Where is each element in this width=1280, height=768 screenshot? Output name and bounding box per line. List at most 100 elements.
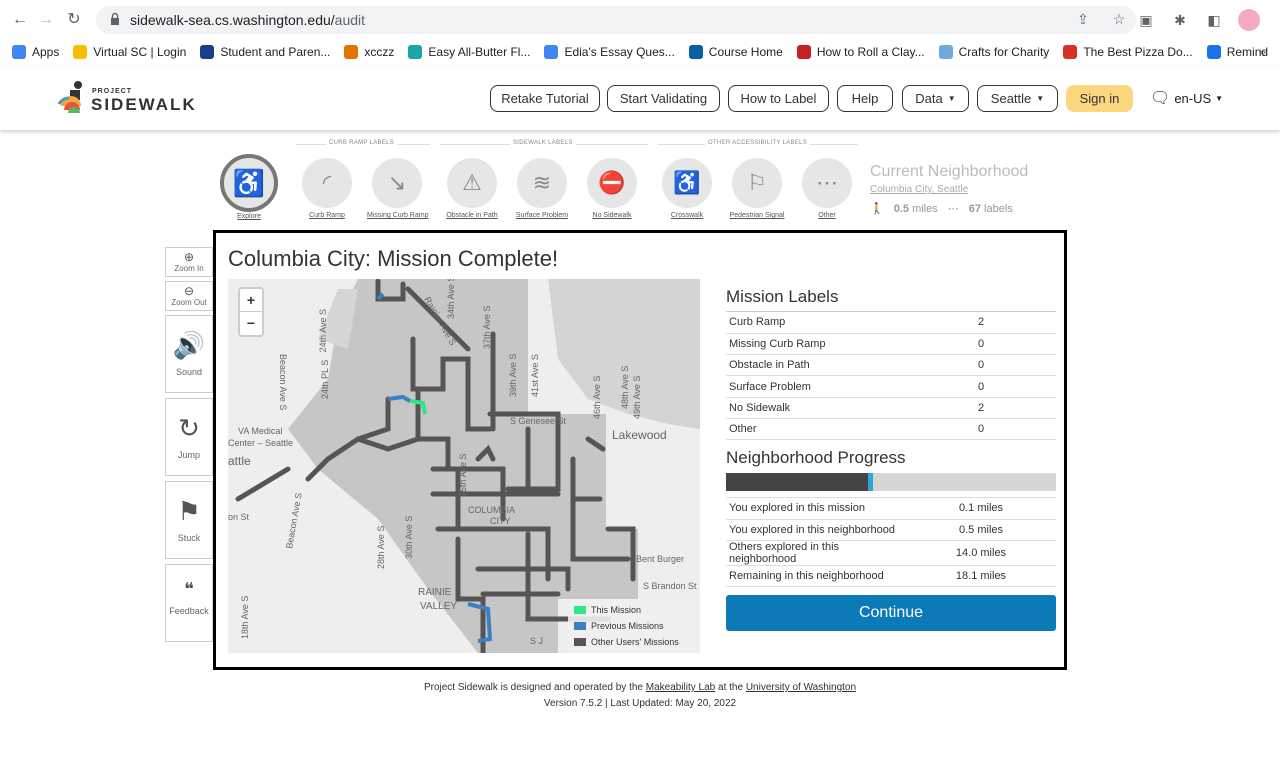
signpost-icon: ⚑ (177, 496, 201, 526)
missing-curb-ramp-icon: ↘ (372, 158, 422, 208)
map-label-brandon: S Brandon St (643, 581, 697, 591)
bookmark-favicon-icon (544, 45, 559, 59)
map-label-24th-ave: 24th Ave S (318, 309, 328, 352)
row-value: 0 (906, 354, 1056, 377)
city-dropdown-label: Seattle (990, 91, 1032, 106)
map-label-attle: attle (228, 454, 251, 468)
zoom-out-icon: ⊖ (183, 284, 195, 298)
footer: Project Sidewalk is designed and operate… (0, 680, 1280, 712)
label-tool-missing-curb-ramp[interactable]: ↘ Missing Curb Ramp (367, 158, 428, 219)
version-text: Version 7.5.2 | Last Updated: May 20, 20… (543, 698, 737, 709)
data-dropdown[interactable]: Data ▼ (902, 85, 969, 112)
bookmark-item[interactable]: Easy All-Butter Fl... (408, 45, 530, 59)
label-tool-name: Crosswalk (670, 212, 704, 219)
label-tool-pedestrian-signal[interactable]: ⚐ Pedestrian Signal (727, 158, 787, 219)
sign-in-button[interactable]: Sign in (1066, 85, 1133, 112)
continue-button[interactable]: Continue (726, 595, 1056, 632)
bookmark-item[interactable]: The Best Pizza Do... (1063, 45, 1193, 59)
bookmark-item[interactable]: Course Home (688, 45, 783, 59)
label-tool-curb-ramp[interactable]: ◜ Curb Ramp (297, 158, 357, 219)
uw-link[interactable]: University of Washington (746, 682, 856, 693)
retake-tutorial-button[interactable]: Retake Tutorial (490, 85, 600, 112)
translate-icon: 🗨 (1150, 90, 1171, 107)
bookmark-item[interactable]: Apps (12, 45, 59, 59)
bookmark-item[interactable]: How to Roll a Clay... (796, 45, 925, 59)
caret-down-icon: ▼ (1036, 94, 1045, 103)
label-tool-other[interactable]: ⋯ Other (797, 158, 857, 219)
extension-icon[interactable]: ▣ (1136, 10, 1156, 30)
row-value: 14.0 miles (906, 540, 1056, 566)
bookmark-label: The Best Pizza Do... (1083, 45, 1193, 59)
previous-missions-swatch (574, 622, 586, 630)
bookmark-item[interactable]: xcczz (344, 45, 394, 59)
row-value: 0.5 miles (906, 519, 1056, 541)
how-to-label-button[interactable]: How to Label (728, 85, 829, 112)
bookmark-favicon-icon (688, 45, 703, 59)
zoom-out-button[interactable]: ⊖ Zoom Out (165, 281, 213, 311)
back-arrow-icon[interactable]: ← (10, 10, 30, 30)
sound-button[interactable]: 🔊 Sound (165, 315, 213, 393)
forward-arrow-icon[interactable]: → (36, 10, 56, 30)
makeability-lab-link[interactable]: Makeability Lab (646, 682, 715, 693)
footer-text-b: at the (715, 682, 746, 693)
pedestrian-signal-icon: ⚐ (732, 158, 782, 208)
start-validating-button[interactable]: Start Validating (607, 85, 720, 112)
modal-title: Columbia City: Mission Complete! (228, 246, 559, 271)
project-sidewalk-logo[interactable]: PROJECT SIDEWALK (58, 80, 198, 116)
neighborhood-link[interactable]: Columbia City, Seattle (870, 184, 1028, 195)
labels-icon: ⋯ (947, 203, 959, 215)
neighborhood-progress-bar (726, 473, 1056, 492)
language-label: en-US (1174, 90, 1212, 106)
label-tool-name: Other (818, 212, 836, 219)
jump-label: Jump (177, 450, 200, 460)
zoom-out-label: Zoom Out (171, 298, 207, 307)
explore-label: Explore (237, 213, 261, 220)
current-neighborhood-title: Current Neighborhood (870, 163, 1029, 180)
avatar[interactable] (1238, 9, 1260, 31)
labels-value: 67 (968, 202, 981, 215)
label-tool-name: Curb Ramp (309, 212, 345, 219)
bookmark-star-icon[interactable]: ☆ (1110, 10, 1128, 28)
caret-down-icon: ▼ (1215, 93, 1224, 103)
map-label-28th: 28th Ave S (376, 526, 386, 569)
no-sidewalk-icon: ⛔ (587, 158, 637, 208)
share-icon[interactable]: ⇪ (1074, 10, 1092, 28)
sidepanel-icon[interactable]: ◧ (1204, 10, 1224, 30)
map-zoom-out-button[interactable]: − (240, 312, 262, 335)
puzzle-icon[interactable]: ✱ (1170, 10, 1190, 30)
logo-project-text: PROJECT (92, 88, 133, 95)
label-tool-obstacle-in-path[interactable]: ⚠ Obstacle in Path (442, 158, 502, 219)
menu-dots-icon[interactable]: ⋮ (1274, 10, 1280, 30)
other-section-label: OTHER ACCESSIBILITY LABELS (705, 140, 811, 146)
mission-complete-modal: Columbia City: Mission Complete! Beacon … (213, 230, 1067, 670)
help-button[interactable]: Help (837, 85, 893, 112)
map-zoom-in-button[interactable]: + (240, 289, 262, 312)
zoom-in-button[interactable]: ⊕ Zoom In (165, 247, 213, 277)
label-tool-surface-problem[interactable]: ≋ Surface Problem (512, 158, 572, 219)
reload-icon[interactable]: ↻ (64, 10, 84, 30)
map-label-41st: 41st Ave S (530, 354, 540, 397)
bookmark-item[interactable]: Crafts for Charity (938, 45, 1049, 59)
feedback-label: Feedback (169, 606, 209, 616)
label-tool-crosswalk[interactable]: ♿ Crosswalk (657, 158, 717, 219)
label-tool-no-sidewalk[interactable]: ⛔ No Sidewalk (582, 158, 642, 219)
city-dropdown[interactable]: Seattle ▼ (977, 85, 1058, 112)
progress-table: You explored in this mission 0.1 miles You… (726, 497, 1056, 588)
footer-text-a: Project Sidewalk is designed and operate… (423, 682, 646, 693)
stuck-button[interactable]: ⚑ Stuck (165, 481, 213, 559)
address-bar[interactable]: sidewalk-sea.cs.washington.edu/audit ⇪ ☆ (96, 6, 1136, 34)
bookmark-item[interactable]: Edia's Essay Ques... (544, 45, 675, 59)
bookmarks-more-icon[interactable]: » (1259, 44, 1266, 59)
other-missions-swatch (574, 638, 586, 646)
bookmark-item[interactable]: Virtual SC | Login (73, 45, 186, 59)
language-dropdown[interactable]: 🗨 en-US ▼ (1150, 88, 1223, 108)
feedback-button[interactable]: ❝ Feedback (165, 564, 213, 642)
map-label-39th: 39th Ave S (508, 354, 518, 397)
neighborhood-map[interactable]: Beacon Ave S 24th Ave S 24th PL S Rainie… (228, 279, 700, 653)
row-value: 0 (906, 418, 1056, 441)
explore-button[interactable]: ♿ (220, 154, 278, 212)
map-label-lakewood: Lakewood (612, 428, 667, 442)
bookmark-item[interactable]: Student and Paren... (200, 45, 330, 59)
lock-icon (111, 12, 119, 25)
jump-button[interactable]: ↻ Jump (165, 398, 213, 476)
